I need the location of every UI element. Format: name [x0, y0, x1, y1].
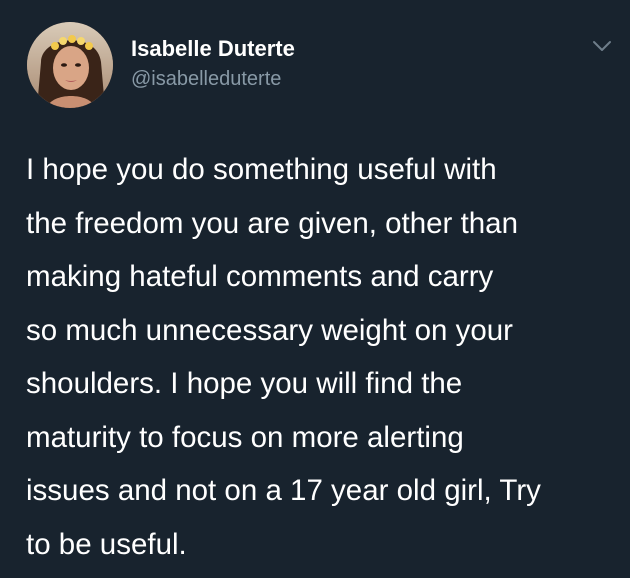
tweet-text-line: to be useful.	[26, 527, 187, 561]
display-name[interactable]: Isabelle Duterte	[131, 36, 295, 62]
tweet-text-line: issues and not on a 17 year old girl, Tr…	[26, 474, 541, 507]
avatar[interactable]	[27, 22, 113, 108]
tweet-text-line: I hope you do something useful with	[26, 153, 497, 186]
tweet-menu-button[interactable]	[590, 36, 614, 56]
tweet-text-line: so much unnecessary weight on your	[26, 313, 514, 347]
tweet-text-line: the freedom you are given, other than	[26, 206, 518, 240]
tweet-card: Isabelle Duterte @isabelleduterte I hope…	[0, 0, 630, 578]
user-info: Isabelle Duterte @isabelleduterte	[131, 36, 295, 92]
profile-photo-icon	[27, 22, 113, 108]
tweet-text-line: making hateful comments and carry	[26, 260, 494, 293]
user-handle[interactable]: @isabelleduterte	[131, 66, 295, 92]
tweet-text: I hope you do something useful with the …	[26, 143, 622, 571]
chevron-down-icon	[593, 41, 611, 51]
tweet-text-line: maturity to focus on more alerting	[26, 420, 464, 454]
tweet-text-line: shoulders. I hope you will find the	[26, 367, 463, 400]
